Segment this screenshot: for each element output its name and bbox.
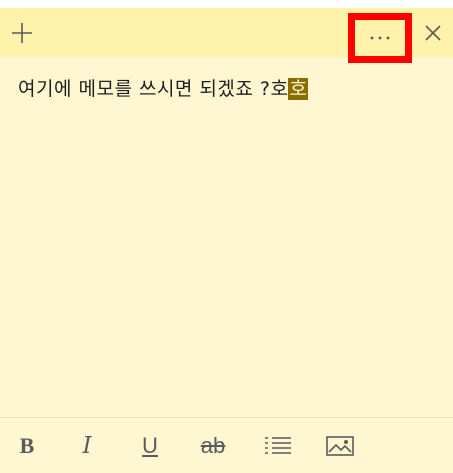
strikethrough-button[interactable]: ab [196,426,230,466]
note-titlebar [0,8,453,63]
italic-label: I [82,433,92,459]
strikethrough-label: ab [200,433,226,458]
close-note-button[interactable] [418,15,448,51]
plus-icon [12,23,32,43]
new-note-button[interactable] [4,15,40,51]
italic-button[interactable]: I [70,426,104,466]
format-toolbar: B I U ab [0,426,453,466]
toolbar-divider [0,417,453,418]
menu-button-inner [355,20,405,56]
underline-label: U [142,433,158,458]
more-icon [370,36,390,40]
note-text: 여기에 메모를 쓰시면 되겠죠 ?호 [18,78,289,100]
underline-button[interactable]: U [133,426,167,466]
selected-character: 호 [288,78,309,100]
bold-button[interactable]: B [10,426,44,466]
note-content[interactable]: 여기에 메모를 쓰시면 되겠죠 ?호호 [18,76,309,102]
menu-button[interactable] [348,13,412,63]
close-icon [425,25,441,41]
bulleted-list-icon [265,437,291,454]
image-icon [326,436,354,456]
bulleted-list-button[interactable] [261,426,295,466]
insert-image-button[interactable] [323,426,357,466]
sticky-note: 여기에 메모를 쓰시면 되겠죠 ?호호 B I U ab [0,8,453,473]
bold-label: B [19,433,35,458]
